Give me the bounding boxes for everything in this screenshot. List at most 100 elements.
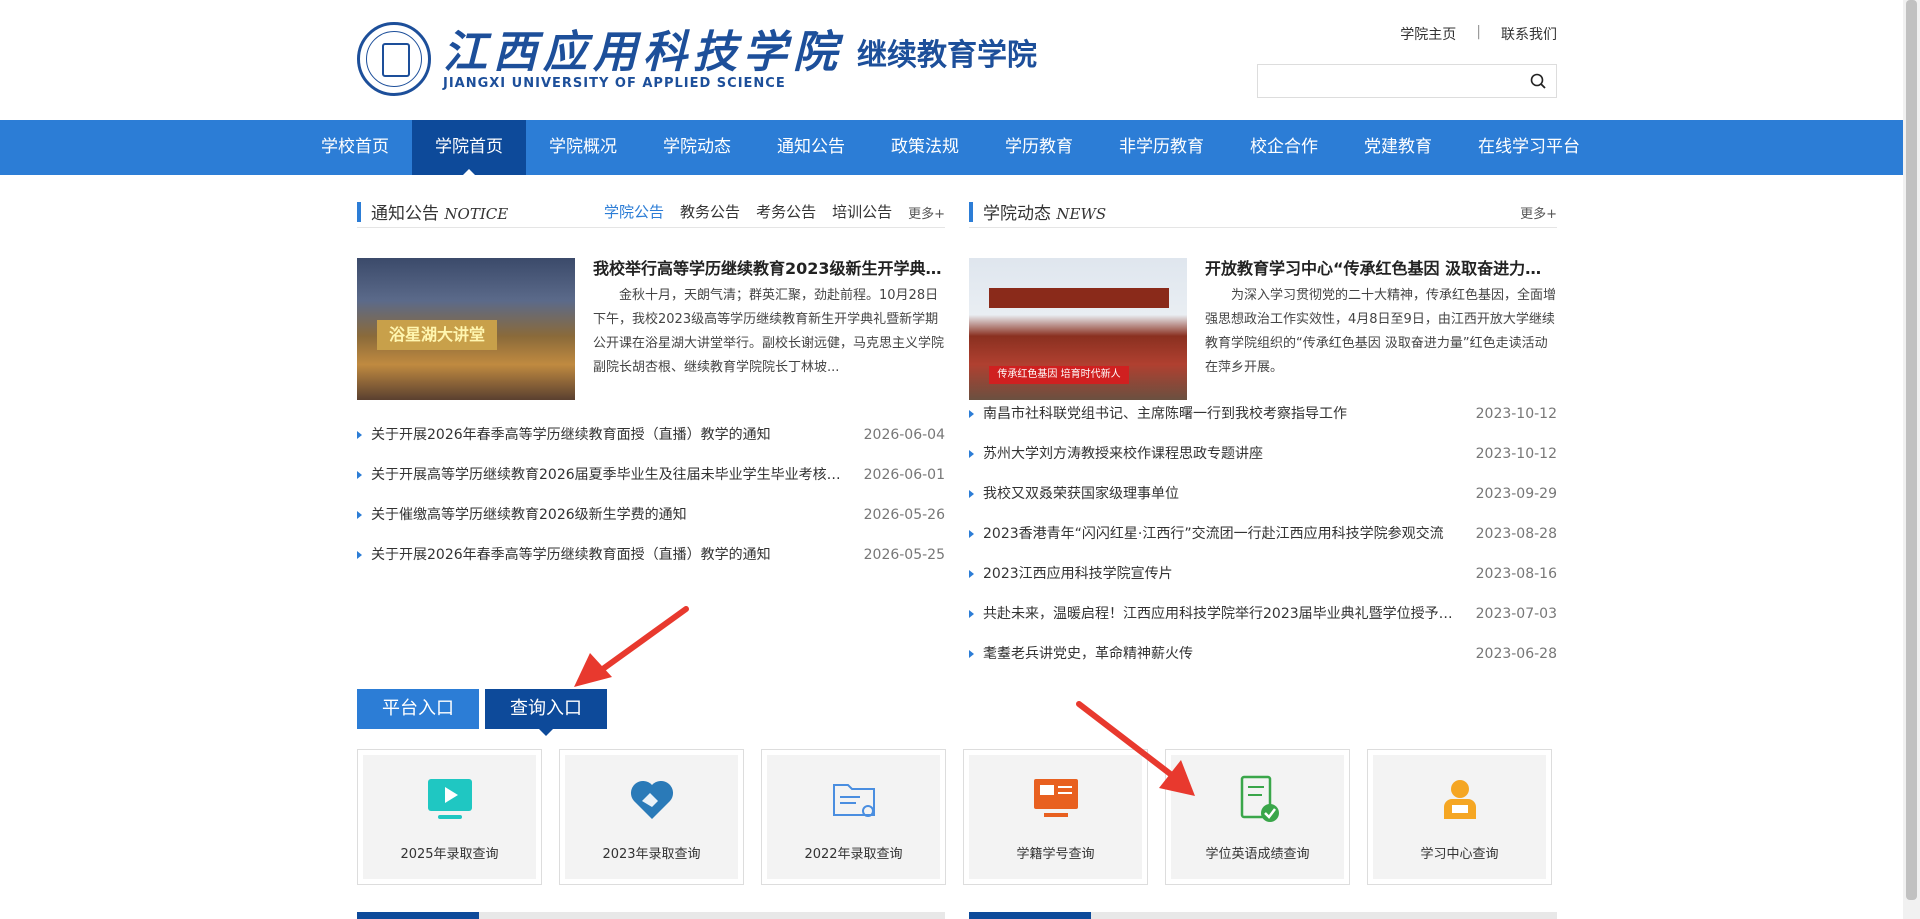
list-item-date: 2023-06-28 <box>1475 646 1557 662</box>
list-item[interactable]: 共赴未来，温暖启程！江西应用科技学院举行2023届毕业典礼暨学位授予仪式 2023… <box>969 594 1557 634</box>
nav-item-notice[interactable]: 通知公告 <box>754 120 868 175</box>
card-admission-2023[interactable]: 2023年录取查询 <box>559 749 744 885</box>
tab-platform-entry[interactable]: 平台入口 <box>357 689 479 729</box>
list-item[interactable]: 耄耋老兵讲党史，革命精神薪火传 2023-06-28 <box>969 634 1557 674</box>
scrollbar-thumb[interactable] <box>1906 0 1917 900</box>
site-header: 江西应用科技学院 JIANGXI UNIVERSITY OF APPLIED S… <box>0 0 1920 120</box>
list-item-title[interactable]: 关于催缴高等学历继续教育2026级新生学费的通知 <box>357 495 854 535</box>
list-item[interactable]: 2023香港青年“闪闪红星·江西行”交流团一行赴江西应用科技学院参观交流 2023… <box>969 514 1557 554</box>
news-featured-text: 为深入学习贯彻党的二十大精神，传承红色基因，全面增强思想政治工作实效性，4月8日… <box>1205 288 1557 375</box>
tab-query-entry[interactable]: 查询入口 <box>485 689 607 736</box>
list-item[interactable]: 关于催缴高等学历继续教育2026级新生学费的通知 2026-05-26 <box>357 495 945 535</box>
list-item-title[interactable]: 2023香港青年“闪闪红星·江西行”交流团一行赴江西应用科技学院参观交流 <box>969 514 1466 554</box>
list-item-title[interactable]: 关于开展2026年春季高等学历继续教育面授（直播）教学的通知 <box>357 535 854 575</box>
list-item-date: 2023-08-28 <box>1475 526 1557 542</box>
list-item-title[interactable]: 关于开展2026年春季高等学历继续教育面授（直播）教学的通知 <box>357 415 854 455</box>
list-item-title[interactable]: 2023江西应用科技学院宣传片 <box>969 554 1466 594</box>
list-item-title[interactable]: 共赴未来，温暖启程！江西应用科技学院举行2023届毕业典礼暨学位授予仪式 <box>969 594 1466 634</box>
logo-chinese-name: 江西应用科技学院 <box>443 26 843 78</box>
list-item-title[interactable]: 关于开展高等学历继续教育2026届夏季毕业生及往届未毕业学生毕业考核的通知 <box>357 455 854 495</box>
list-item-date: 2026-06-01 <box>863 467 945 483</box>
list-item-date: 2026-05-25 <box>863 547 945 563</box>
nav-item-policy[interactable]: 政策法规 <box>868 120 982 175</box>
main-nav: 学校首页 学院首页 学院概况 学院动态 通知公告 政策法规 学历教育 非学历教育… <box>0 120 1920 175</box>
oa-monitor-icon <box>1033 779 1078 817</box>
list-item-date: 2023-10-12 <box>1475 446 1557 462</box>
list-item-date: 2026-06-04 <box>863 427 945 443</box>
card-label: 2022年录取查询 <box>804 847 903 862</box>
list-item[interactable]: 关于开展2026年春季高等学历继续教育面授（直播）教学的通知 2026-06-04 <box>357 415 945 455</box>
card-label: 2023年录取查询 <box>602 847 701 862</box>
list-item-title[interactable]: 南昌市社科联党组书记、主席陈曙一行到我校考察指导工作 <box>969 394 1466 434</box>
link-separator: | <box>1476 24 1481 40</box>
nav-item-cooperation[interactable]: 校企合作 <box>1227 120 1341 175</box>
list-item[interactable]: 关于开展2026年春季高等学历继续教育面授（直播）教学的通知 2026-05-25 <box>357 535 945 575</box>
site-logo[interactable]: 江西应用科技学院 JIANGXI UNIVERSITY OF APPLIED S… <box>357 22 1037 96</box>
page-scrollbar[interactable] <box>1903 0 1920 919</box>
search-icon[interactable] <box>1530 73 1546 89</box>
news-section-title: 学院动态 NEWS 更多+ <box>969 195 1557 228</box>
news-more-link[interactable]: 更多+ <box>1520 203 1557 222</box>
news-list: 南昌市社科联党组书记、主席陈曙一行到我校考察指导工作 2023-10-12 苏州大… <box>969 394 1557 674</box>
tab-exam-notice[interactable]: 考务公告 <box>756 201 816 222</box>
list-item[interactable]: 我校又双叒荣获国家级理事单位 2023-09-29 <box>969 474 1557 514</box>
tab-academic-notice[interactable]: 教务公告 <box>680 201 740 222</box>
document-check-icon <box>1240 775 1279 822</box>
list-item-date: 2023-08-16 <box>1475 566 1557 582</box>
card-admission-2022[interactable]: 2022年录取查询 <box>761 749 946 885</box>
notice-featured-image[interactable]: 浴星湖大讲堂 <box>357 258 575 400</box>
list-item-date: 2023-07-03 <box>1475 606 1557 622</box>
notice-title: 通知公告 <box>371 204 439 224</box>
card-label: 学习中心查询 <box>1420 847 1499 862</box>
nav-item-overview[interactable]: 学院概况 <box>526 120 640 175</box>
list-item[interactable]: 关于开展高等学历继续教育2026届夏季毕业生及往届未毕业学生毕业考核的通知 202… <box>357 455 945 495</box>
list-item-title[interactable]: 苏州大学刘方涛教授来校作课程思政专题讲座 <box>969 434 1466 474</box>
tab-college-notice[interactable]: 学院公告 <box>604 201 664 222</box>
news-title-en: NEWS <box>1056 205 1107 223</box>
news-featured-image[interactable]: 传承红色基因 培育时代新人 <box>969 258 1187 400</box>
section-divider <box>357 912 945 919</box>
search-box[interactable] <box>1257 64 1557 98</box>
card-learning-center[interactable]: 学习中心查询 <box>1367 749 1552 885</box>
notice-featured-title[interactable]: 我校举行高等学历继续教育2023级新生开学典礼暨新学期公开课 <box>593 258 945 280</box>
notice-tabs: 学院公告 教务公告 考务公告 培训公告 更多+ <box>604 201 945 222</box>
list-item-date: 2023-09-29 <box>1475 486 1557 502</box>
nav-item-school-home[interactable]: 学校首页 <box>298 120 412 175</box>
tab-training-notice[interactable]: 培训公告 <box>832 201 892 222</box>
news-featured[interactable]: 传承红色基因 培育时代新人 开放教育学习中心“传承红色基因 汲取奋进力量”红色走… <box>969 258 1557 400</box>
query-cards: 2025年录取查询 2023年录取查询 2022年录取查询 学籍学号查询 学位英… <box>357 749 1552 885</box>
nav-item-news[interactable]: 学院动态 <box>640 120 754 175</box>
university-seal-icon <box>357 22 431 96</box>
news-title: 学院动态 <box>983 204 1051 224</box>
link-college-home[interactable]: 学院主页 <box>1400 24 1456 44</box>
notice-more-link[interactable]: 更多+ <box>908 203 945 222</box>
top-links: 学院主页 | 联系我们 <box>1400 24 1557 44</box>
nav-item-online-platform[interactable]: 在线学习平台 <box>1455 120 1603 175</box>
list-item-date: 2026-05-26 <box>863 507 945 523</box>
link-contact-us[interactable]: 联系我们 <box>1501 24 1557 44</box>
notice-list: 关于开展2026年春季高等学历继续教育面授（直播）教学的通知 2026-06-04… <box>357 415 945 575</box>
card-admission-2025[interactable]: 2025年录取查询 <box>357 749 542 885</box>
notice-title-en: NOTICE <box>444 205 509 223</box>
card-label: 学位英语成绩查询 <box>1205 847 1310 862</box>
nav-item-non-degree-edu[interactable]: 非学历教育 <box>1096 120 1227 175</box>
heart-handshake-icon <box>630 780 673 819</box>
list-item-title[interactable]: 耄耋老兵讲党史，革命精神薪火传 <box>969 634 1466 674</box>
list-item[interactable]: 苏州大学刘方涛教授来校作课程思政专题讲座 2023-10-12 <box>969 434 1557 474</box>
notice-featured[interactable]: 浴星湖大讲堂 我校举行高等学历继续教育2023级新生开学典礼暨新学期公开课 金秋… <box>357 258 945 400</box>
annotation-arrow-icon <box>574 606 689 687</box>
annotation-arrow-icon <box>1076 701 1195 796</box>
notice-featured-text: 金秋十月，天朗气清；群英汇聚，劲赴前程。10月28日下午，我校2023级高等学历… <box>593 288 945 375</box>
title-bar <box>969 202 973 222</box>
nav-item-degree-edu[interactable]: 学历教育 <box>982 120 1096 175</box>
list-item[interactable]: 南昌市社科联党组书记、主席陈曙一行到我校考察指导工作 2023-10-12 <box>969 394 1557 434</box>
nav-item-party-edu[interactable]: 党建教育 <box>1341 120 1455 175</box>
user-desk-icon <box>1443 780 1476 819</box>
monitor-play-icon <box>427 779 472 819</box>
nav-item-college-home[interactable]: 学院首页 <box>412 120 526 175</box>
list-item-date: 2023-10-12 <box>1475 406 1557 422</box>
list-item-title[interactable]: 我校又双叒荣获国家级理事单位 <box>969 474 1466 514</box>
image-banner-text: 传承红色基因 培育时代新人 <box>989 366 1129 384</box>
news-featured-title[interactable]: 开放教育学习中心“传承红色基因 汲取奋进力量”红色走读活动 <box>1205 258 1557 280</box>
list-item[interactable]: 2023江西应用科技学院宣传片 2023-08-16 <box>969 554 1557 594</box>
